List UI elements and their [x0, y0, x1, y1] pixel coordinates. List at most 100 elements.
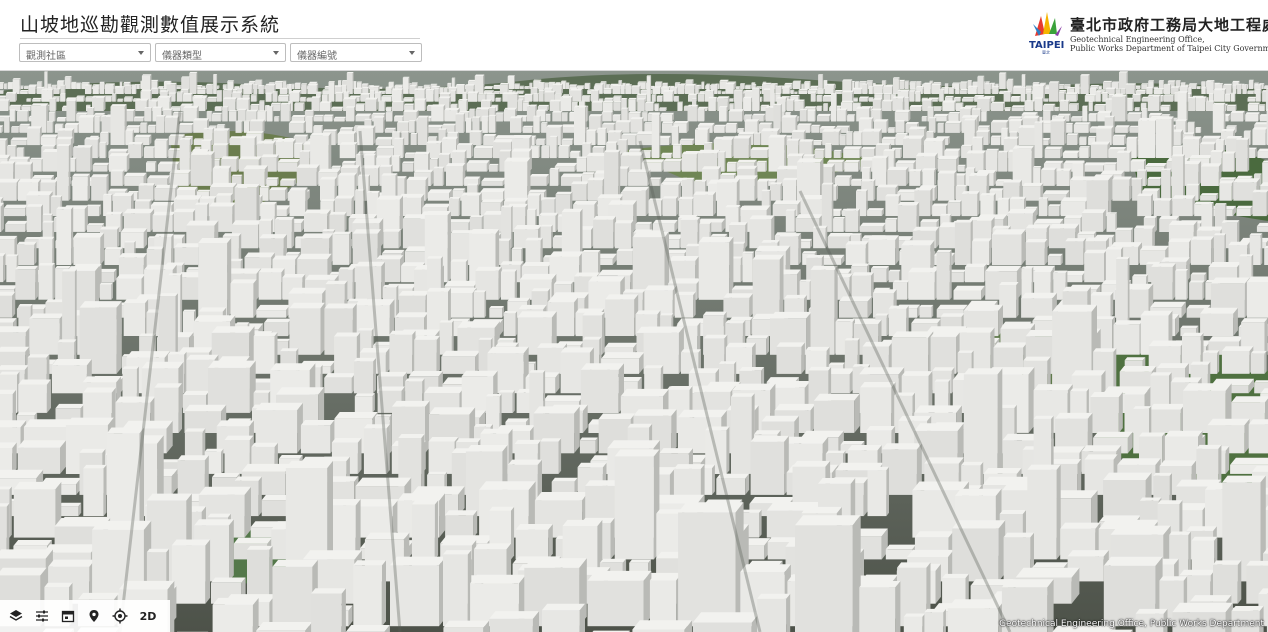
building-roof	[124, 172, 147, 177]
building-side	[983, 150, 986, 172]
building-roof	[503, 311, 518, 314]
building-roof	[294, 82, 301, 84]
building	[109, 156, 127, 172]
building	[659, 108, 666, 111]
building-roof	[216, 193, 233, 196]
app-header: 山坡地巡勘觀測數值展示系統 觀測社區 儀器類型 儀器編號 TAIPEI 臺北 臺…	[0, 0, 1268, 71]
building	[1082, 106, 1088, 122]
building-roof	[32, 97, 42, 100]
building-roof	[919, 304, 934, 307]
building	[695, 86, 699, 94]
building-roof	[447, 82, 452, 84]
building-roof	[1153, 88, 1164, 90]
building	[0, 90, 4, 94]
building-roof	[948, 112, 961, 114]
building	[0, 127, 2, 133]
building-side	[80, 82, 82, 89]
building-side	[1152, 225, 1155, 249]
building	[533, 94, 539, 102]
3d-map-viewport[interactable]: Geotechnical Engineering Office, Public …	[0, 71, 1268, 632]
building	[962, 98, 973, 102]
building-roof	[652, 219, 678, 224]
building	[1256, 226, 1268, 232]
building-roof	[1112, 176, 1132, 180]
building-roof	[307, 83, 319, 86]
building	[258, 272, 282, 300]
building-roof	[725, 205, 741, 208]
building	[885, 219, 897, 232]
building-roof	[256, 140, 276, 144]
building-roof	[762, 81, 767, 83]
building	[473, 292, 485, 318]
building-roof	[146, 246, 164, 250]
building	[1062, 153, 1078, 158]
building-roof	[442, 123, 457, 126]
building-side	[1005, 72, 1007, 89]
building-roof	[291, 83, 295, 85]
building	[954, 222, 971, 265]
building-side	[12, 291, 16, 318]
building-side	[1241, 83, 1242, 94]
building	[198, 243, 228, 318]
building-side	[344, 211, 347, 232]
building-roof	[1025, 85, 1033, 87]
building-roof	[168, 92, 177, 94]
building-roof	[501, 269, 517, 272]
building-side	[471, 143, 474, 158]
building-roof	[195, 202, 209, 205]
building	[693, 194, 714, 216]
building-roof	[242, 94, 250, 96]
building-roof	[1154, 86, 1159, 88]
building-roof	[1090, 292, 1114, 296]
building-roof	[775, 85, 782, 87]
community-select[interactable]: 觀測社區	[19, 43, 151, 62]
building	[915, 91, 921, 102]
page-title: 山坡地巡勘觀測數值展示系統	[20, 14, 281, 36]
building-roof	[452, 188, 466, 191]
building-roof	[1125, 83, 1136, 85]
building	[1259, 105, 1265, 111]
building-roof	[1143, 216, 1157, 218]
building	[1206, 81, 1214, 94]
building-roof	[991, 119, 1009, 123]
building-roof	[288, 287, 327, 294]
building-roof	[444, 87, 449, 88]
building-roof	[920, 219, 940, 222]
building	[662, 123, 673, 133]
building	[799, 110, 807, 122]
building	[115, 87, 124, 94]
building-roof	[544, 90, 556, 93]
building	[469, 132, 481, 145]
filter-bar: 觀測社區 儀器類型 儀器編號	[19, 43, 422, 63]
building-roof	[662, 196, 678, 199]
instrument-type-select[interactable]: 儀器類型	[155, 43, 286, 62]
building	[1175, 270, 1187, 300]
building-roof	[253, 84, 258, 85]
building-roof	[1201, 81, 1206, 82]
building-side	[1200, 127, 1202, 133]
building-roof	[922, 168, 936, 171]
building-roof	[322, 129, 338, 132]
building-roof	[721, 91, 726, 92]
building	[549, 101, 560, 111]
building-side	[920, 169, 922, 186]
building-side	[676, 196, 678, 217]
building	[104, 249, 121, 265]
instrument-id-select[interactable]: 儀器編號	[290, 43, 422, 62]
city-3d-scene[interactable]	[0, 71, 1268, 632]
building-roof	[89, 135, 99, 137]
building	[49, 98, 56, 111]
building	[1065, 241, 1084, 265]
building	[862, 131, 880, 146]
building-roof	[657, 95, 663, 97]
building	[719, 107, 727, 122]
building	[12, 79, 20, 94]
building-roof	[1206, 80, 1215, 82]
building-roof	[570, 150, 581, 153]
building-roof	[244, 252, 275, 258]
building	[56, 118, 66, 122]
building	[750, 150, 768, 158]
building-roof	[12, 78, 21, 80]
building-roof	[1057, 113, 1071, 116]
building-roof	[203, 127, 214, 130]
